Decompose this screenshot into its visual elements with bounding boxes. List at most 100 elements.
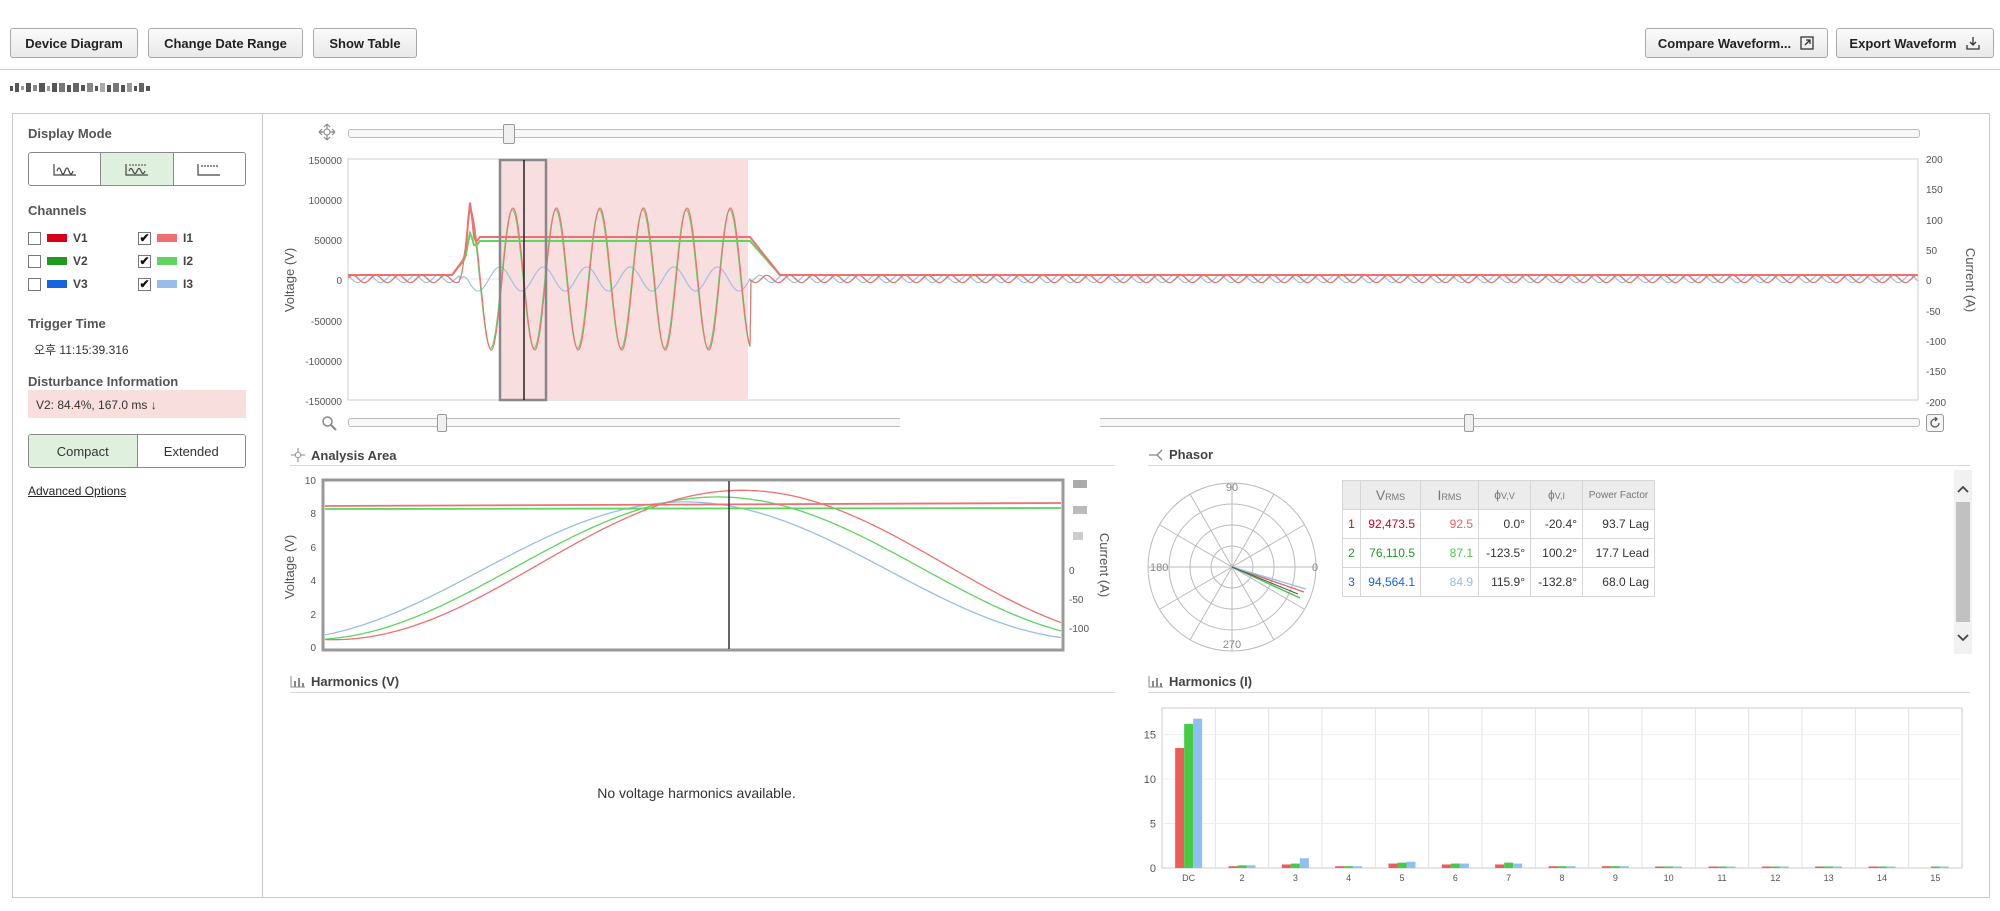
cell-v-rms: 76,110.5 [1360, 538, 1421, 568]
harmonics-i-header: Harmonics (I) [1148, 674, 1252, 689]
harmonic-bar [1450, 863, 1460, 868]
analysis-y-tick: 8 [310, 509, 316, 520]
channel-v3[interactable]: V3 [28, 277, 88, 291]
phasor-header: Phasor [1148, 447, 1213, 462]
pan-move-icon [290, 447, 306, 463]
channels-title: Channels [28, 203, 87, 218]
view-compact[interactable]: Compact [29, 435, 138, 467]
harmonic-bar [1388, 863, 1398, 868]
change-date-range-button[interactable]: Change Date Range [148, 28, 303, 58]
channel-v1[interactable]: V1 [28, 231, 88, 245]
channel-i2-checkbox[interactable]: ✔ [138, 254, 151, 268]
main-y-tick: -100000 [305, 357, 342, 368]
channel-v3-swatch [47, 280, 67, 288]
harmonics-v-header: Harmonics (V) [290, 674, 399, 689]
main-waveform-chart[interactable]: 150000 100000 50000 0 -50000 -100000 -15… [280, 150, 1980, 410]
channel-i2[interactable]: ✔ I2 [138, 254, 193, 268]
analysis-y-left-label: Voltage (V) [282, 535, 297, 599]
analysis-y-tick: 10 [305, 476, 317, 487]
display-mode-rms[interactable] [173, 153, 245, 185]
harmonics-v-empty-message: No voltage harmonics available. [597, 785, 796, 801]
channel-v1-checkbox[interactable] [28, 231, 41, 245]
harmonic-bar [1824, 866, 1834, 868]
phasor-table-header: VRMS IRMS ϕV,V ϕV,I Power Factor [1342, 480, 1655, 510]
harmonic-bar [1939, 866, 1949, 868]
channel-v3-checkbox[interactable] [28, 277, 41, 291]
header-phi: ϕ [1494, 488, 1502, 502]
main-y-left-ticks: 150000 100000 50000 0 -50000 -100000 -15… [305, 156, 342, 408]
channel-i3[interactable]: ✔ I3 [138, 277, 193, 291]
zoom-range-slider[interactable] [348, 418, 1920, 427]
main-y-right-ticks: 200 150 100 50 0 -50 -100 -150 -200 [1926, 155, 1946, 409]
x-tick-label: 3 [1293, 873, 1298, 883]
time-scrollbar[interactable] [348, 129, 1920, 138]
header-v-sub: RMS [1385, 492, 1406, 502]
main-y-tick: 150000 [309, 156, 343, 167]
harmonics-v-underline [290, 692, 1115, 693]
harmonic-bar [1504, 862, 1514, 868]
export-waveform-label: Export Waveform [1849, 35, 1957, 51]
compare-waveform-button[interactable]: Compare Waveform... [1645, 28, 1828, 58]
channel-v3-label: V3 [73, 277, 88, 291]
harmonic-bar [1779, 866, 1789, 868]
export-waveform-button[interactable]: Export Waveform [1836, 28, 1994, 58]
channel-i1[interactable]: ✔ I1 [138, 231, 193, 245]
x-tick-label: 11 [1717, 873, 1726, 883]
channel-v2-checkbox[interactable] [28, 254, 41, 268]
advanced-options-link[interactable]: Advanced Options [28, 484, 126, 498]
channel-i3-label: I3 [183, 277, 194, 291]
time-scrollbar-handle[interactable] [503, 124, 515, 144]
x-tick-label: 5 [1399, 873, 1404, 883]
main-y-tick: 50000 [314, 236, 342, 247]
analysis-y-right-ticks: 0 -50 -100 [1069, 566, 1089, 635]
harmonic-bar [1344, 866, 1354, 868]
channel-i3-checkbox[interactable]: ✔ [138, 277, 151, 291]
phasor-angle-90: 90 [1226, 482, 1238, 494]
zoom-range-end-handle[interactable] [1464, 414, 1474, 432]
main-y-tick: 100000 [309, 196, 343, 207]
header-phi-sub: V,I [1554, 491, 1565, 501]
toolbar-divider [0, 69, 2000, 70]
zoom-range-start-handle[interactable] [437, 414, 447, 432]
header-phi: ϕ [1548, 488, 1555, 502]
scroll-up-icon[interactable] [1957, 485, 1969, 493]
analysis-title-underline [290, 465, 1115, 466]
y-tick-label: 5 [1150, 819, 1156, 831]
analysis-chart[interactable]: 10 8 6 4 2 0 Voltage (V) 0 -50 -100 Curr… [280, 470, 1130, 660]
device-diagram-label: Device Diagram [25, 35, 123, 51]
analysis-y-right-label: Current (A) [1097, 533, 1112, 597]
pan-move-icon[interactable] [318, 123, 336, 141]
zoom-x-icon[interactable] [1073, 506, 1087, 514]
zoom-y-icon[interactable] [1073, 532, 1083, 540]
display-mode-overlay[interactable] [101, 153, 174, 185]
harmonic-bar [1673, 866, 1683, 868]
main-y-right-tick: -50 [1926, 307, 1941, 318]
phasor-scrollbar[interactable] [1954, 470, 1972, 654]
channel-v2[interactable]: V2 [28, 254, 88, 268]
analysis-y-tick: 6 [310, 543, 316, 554]
channel-v1-swatch [47, 234, 67, 242]
main-y-tick: -50000 [311, 317, 343, 328]
harmonic-bar [1930, 866, 1940, 868]
display-mode-single[interactable] [29, 153, 102, 185]
x-tick-label: 15 [1930, 873, 1940, 883]
show-table-button[interactable]: Show Table [313, 28, 417, 58]
view-extended[interactable]: Extended [137, 435, 245, 467]
fit-icon[interactable] [1073, 480, 1087, 488]
row-index: 2 [1342, 538, 1361, 568]
scroll-down-icon[interactable] [1957, 634, 1969, 642]
reset-zoom-button[interactable] [1926, 414, 1944, 432]
harmonic-bar [1441, 864, 1451, 868]
cell-i-rms: 92.5 [1420, 509, 1479, 539]
analysis-y-right-tick: -50 [1069, 595, 1084, 606]
phasor-angle-270: 270 [1223, 639, 1241, 651]
harmonic-bar [1175, 748, 1185, 868]
cell-power-factor: 93.7 Lag [1582, 509, 1655, 539]
channel-i1-checkbox[interactable]: ✔ [138, 231, 151, 245]
x-tick-label: 8 [1559, 873, 1564, 883]
device-diagram-button[interactable]: Device Diagram [10, 28, 138, 58]
analysis-y-tick: 0 [310, 643, 316, 654]
redacted-device-name [10, 83, 150, 92]
channel-v2-swatch [47, 257, 67, 265]
phasor-scrollbar-thumb[interactable] [1956, 502, 1970, 622]
